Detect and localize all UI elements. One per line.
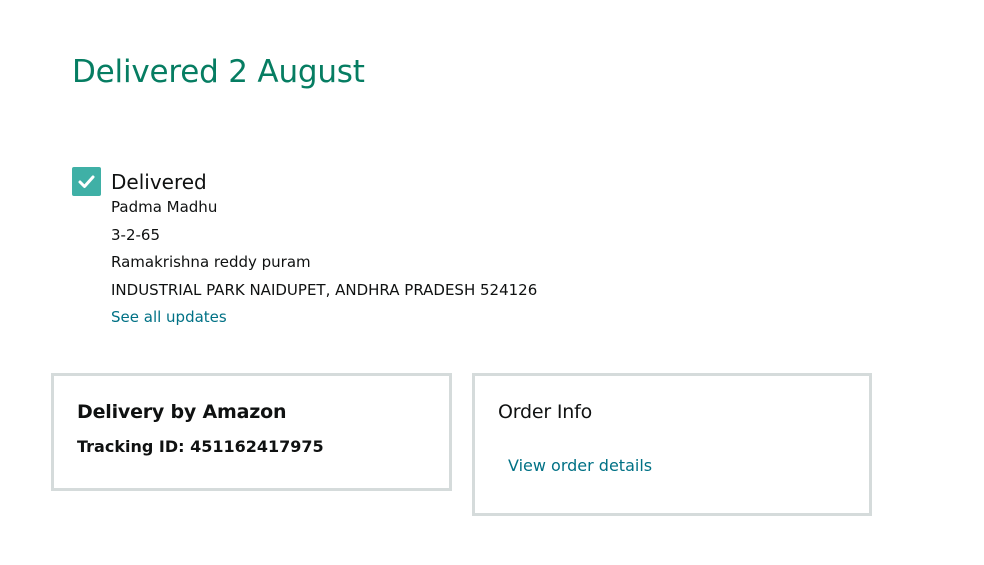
address-line-1: 3-2-65: [111, 226, 160, 244]
status-label: Delivered: [111, 170, 207, 194]
tracking-id: Tracking ID: 451162417975: [77, 437, 324, 456]
address-line-2: Ramakrishna reddy puram: [111, 253, 311, 271]
delivery-card-title: Delivery by Amazon: [77, 401, 287, 423]
address-name: Padma Madhu: [111, 198, 218, 216]
page-title: Delivered 2 August: [72, 54, 365, 90]
order-info-title: Order Info: [498, 401, 592, 423]
delivery-card: Delivery by Amazon Tracking ID: 45116241…: [51, 373, 452, 491]
view-order-details-link[interactable]: View order details: [508, 456, 652, 475]
address-line-3: INDUSTRIAL PARK NAIDUPET, ANDHRA PRADESH…: [111, 281, 538, 299]
see-all-updates-link[interactable]: See all updates: [111, 308, 227, 326]
order-info-card: Order Info View order details: [472, 373, 872, 516]
shipment-tracking-page: Delivered 2 August Delivered Padma Madhu…: [0, 0, 984, 565]
check-icon: [72, 167, 101, 196]
